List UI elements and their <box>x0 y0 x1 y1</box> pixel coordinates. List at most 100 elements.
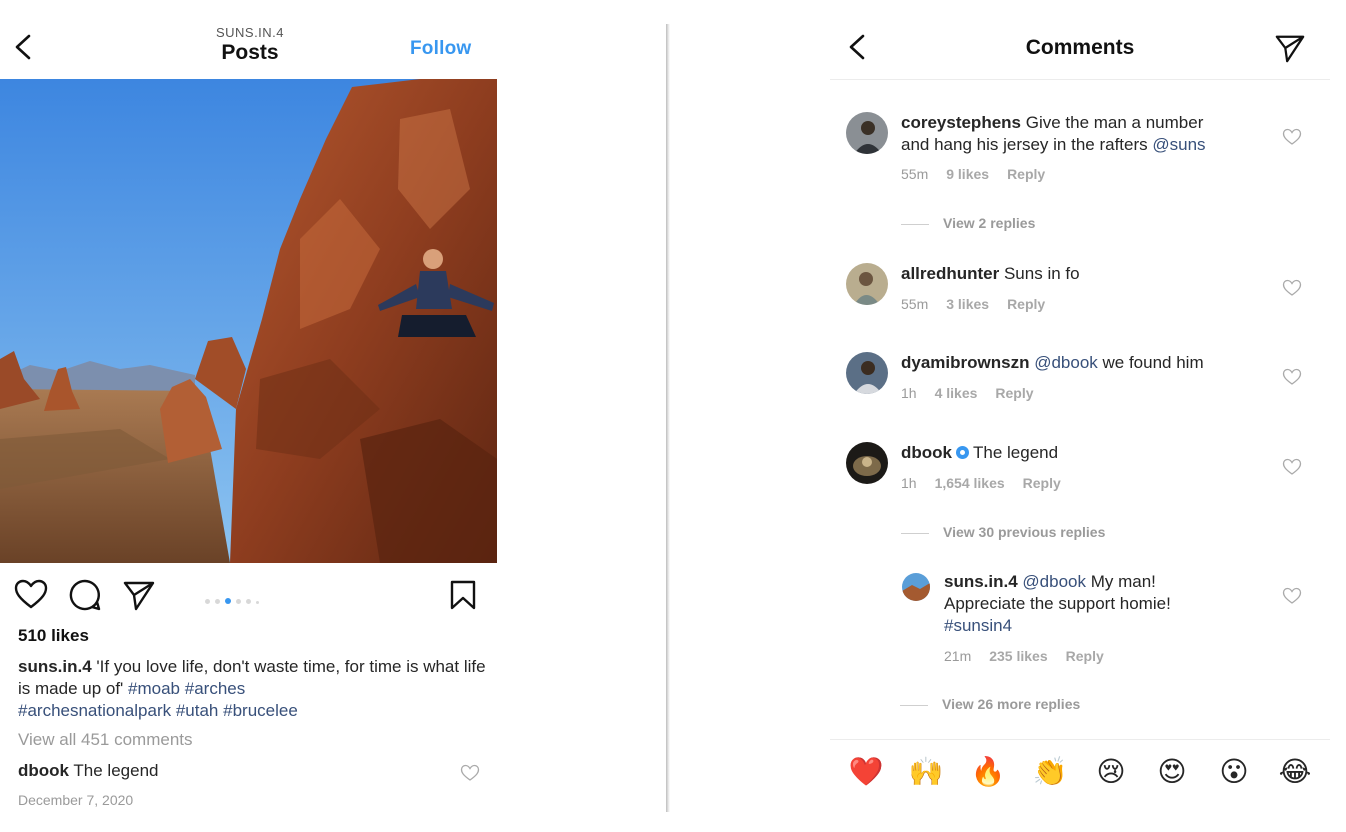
comment-body: Appreciate the support homie! <box>944 594 1171 613</box>
heart-icon[interactable] <box>1282 368 1302 386</box>
comment-likes[interactable]: 9 likes <box>946 166 989 182</box>
top-comment-text: The legend <box>69 761 159 780</box>
chevron-left-icon[interactable] <box>844 32 872 62</box>
reply-button[interactable]: Reply <box>1023 475 1061 491</box>
comment-body: we found him <box>1097 353 1204 372</box>
avatar[interactable] <box>846 352 888 394</box>
comment-meta: 1h 4 likes Reply <box>901 385 1052 401</box>
clap-emoji-button[interactable]: 👏 <box>1032 754 1068 790</box>
caption-username[interactable]: suns.in.4 <box>18 657 92 676</box>
hashtag[interactable]: #brucelee <box>223 701 298 720</box>
comment-username[interactable]: suns.in.4 <box>944 572 1018 591</box>
hashtag[interactable]: #sunsin4 <box>944 616 1012 635</box>
comment-meta: 55m 3 likes Reply <box>901 296 1063 312</box>
avatar[interactable] <box>902 573 930 601</box>
comment-time: 21m <box>944 648 972 664</box>
follow-button[interactable]: Follow <box>410 38 471 60</box>
hashtag[interactable]: #archesnationalpark <box>18 701 171 720</box>
hashtag[interactable]: #arches <box>185 679 245 698</box>
page-title: Comments <box>1025 36 1135 59</box>
heart-icon[interactable] <box>1282 458 1302 476</box>
comment-body: The legend <box>973 443 1059 462</box>
view-all-comments-link[interactable]: View all 451 comments <box>18 730 193 750</box>
reply-button[interactable]: Reply <box>995 385 1033 401</box>
comment-text: allredhunter Suns in fo <box>901 263 1261 285</box>
comment-meta: 21m 235 likes Reply <box>944 648 1122 664</box>
heart-icon[interactable] <box>1282 587 1302 605</box>
comment-body: My man! <box>1086 572 1156 591</box>
avatar[interactable] <box>846 263 888 305</box>
heart-icon[interactable] <box>1282 279 1302 297</box>
raised-hands-emoji-button[interactable]: 🙌 <box>908 754 944 790</box>
comment-time: 55m <box>901 166 929 182</box>
comment-item: allredhunter Suns in fo 55m 3 likes Reply <box>846 263 1306 323</box>
page-title: Posts <box>221 41 279 64</box>
avatar[interactable] <box>846 442 888 484</box>
comment-item: dyamibrownszn @dbook we found him 1h 4 li… <box>846 352 1306 412</box>
crying-emoji-button[interactable]: 😢 <box>1093 754 1129 790</box>
post-panel: SUNS.IN.4 Posts Follow 510 likes suns.in… <box>0 0 500 832</box>
carousel-dot-active <box>225 598 231 604</box>
comment-text: dbook The legend <box>901 442 1261 464</box>
comment-time: 1h <box>901 475 917 491</box>
surprised-emoji-button[interactable]: 😮 <box>1216 754 1252 790</box>
comment-text: coreystephens Give the man a number and … <box>901 112 1261 156</box>
emoji-quick-reactions: ❤️ 🙌 🔥 👏 😢 😍 😮 😂 <box>846 754 1316 794</box>
top-comment: dbook The legend <box>18 761 158 781</box>
hashtag[interactable]: #moab <box>128 679 180 698</box>
header-username: SUNS.IN.4 <box>215 25 285 40</box>
heart-eyes-emoji-button[interactable]: 😍 <box>1154 754 1190 790</box>
heart-emoji-button[interactable]: ❤️ <box>848 754 884 790</box>
send-icon[interactable] <box>1274 32 1306 64</box>
comment-likes[interactable]: 1,654 likes <box>935 475 1005 491</box>
carousel-dot <box>215 599 220 604</box>
comment-meta: 1h 1,654 likes Reply <box>901 475 1079 491</box>
carousel-dots <box>205 591 264 604</box>
post-actions-bar <box>0 572 497 618</box>
hashtag[interactable]: #utah <box>176 701 219 720</box>
comment-username[interactable]: coreystephens <box>901 113 1021 132</box>
heart-icon[interactable] <box>1282 128 1302 146</box>
post-photo[interactable] <box>0 79 497 563</box>
post-caption: suns.in.4 'If you love life, don't waste… <box>18 656 488 722</box>
heart-icon[interactable] <box>460 764 480 782</box>
mention-link[interactable]: @suns <box>1152 135 1205 154</box>
reply-button[interactable]: Reply <box>1007 166 1045 182</box>
comment-body: Give the man a number <box>1021 113 1204 132</box>
comment-username[interactable]: allredhunter <box>901 264 999 283</box>
view-more-replies-link[interactable]: View 26 more replies <box>900 696 1080 712</box>
comment-text: suns.in.4 @dbook My man! Appreciate the … <box>944 571 1244 637</box>
comment-likes[interactable]: 4 likes <box>935 385 978 401</box>
chevron-left-icon[interactable] <box>10 32 38 62</box>
header-divider <box>830 79 1330 80</box>
comment-body: and hang his jersey in the rafters <box>901 135 1153 154</box>
likes-count[interactable]: 510 likes <box>18 626 89 646</box>
comments-panel: Comments coreystephens Give the man a nu… <box>670 0 1346 832</box>
comment-meta: 55m 9 likes Reply <box>901 166 1063 182</box>
view-previous-replies-link[interactable]: View 30 previous replies <box>901 524 1105 540</box>
avatar[interactable] <box>846 112 888 154</box>
laughing-emoji-button[interactable]: 😂 <box>1277 754 1313 790</box>
comment-time: 55m <box>901 296 929 312</box>
comment-likes[interactable]: 235 likes <box>989 648 1047 664</box>
comment-text: dyamibrownszn @dbook we found him <box>901 352 1261 374</box>
bookmark-icon[interactable] <box>446 578 480 612</box>
comment-username[interactable]: dyamibrownszn <box>901 353 1029 372</box>
reply-button[interactable]: Reply <box>1066 648 1104 664</box>
verified-badge-icon <box>956 446 969 459</box>
mention-link[interactable]: @dbook <box>1022 572 1086 591</box>
comment-icon[interactable] <box>68 578 102 612</box>
view-replies-link[interactable]: View 2 replies <box>901 215 1035 231</box>
fire-emoji-button[interactable]: 🔥 <box>970 754 1006 790</box>
heart-icon[interactable] <box>14 578 48 612</box>
carousel-dot <box>205 599 210 604</box>
comment-item: dbook The legend 1h 1,654 likes Reply View … <box>846 442 1306 552</box>
emoji-bar-divider <box>830 739 1330 740</box>
comment-likes[interactable]: 3 likes <box>946 296 989 312</box>
comment-username[interactable]: dbook <box>901 443 952 462</box>
top-comment-username[interactable]: dbook <box>18 761 69 780</box>
comment-body: Suns in fo <box>999 264 1080 283</box>
send-icon[interactable] <box>122 578 156 612</box>
mention-link[interactable]: @dbook <box>1034 353 1098 372</box>
reply-button[interactable]: Reply <box>1007 296 1045 312</box>
